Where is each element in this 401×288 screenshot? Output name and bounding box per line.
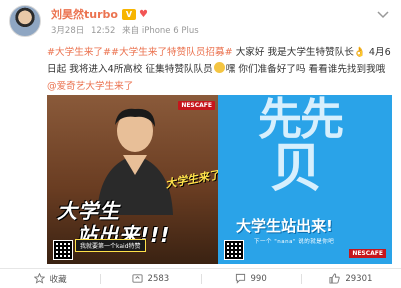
ok-hand-emoji-icon: 👌	[353, 47, 366, 58]
nescafe-logo: NESCAFE	[349, 249, 386, 258]
post-header: 刘昊然turbo V ♥ 3月28日 12:52 来自 iPhone 6 Plu…	[0, 0, 401, 42]
avatar[interactable]	[9, 5, 41, 37]
post-time: 12:52	[90, 26, 116, 36]
smile-emoji-icon	[213, 62, 225, 73]
post-source: 来自 iPhone 6 Plus	[122, 26, 199, 36]
repost-button[interactable]: 2583	[100, 269, 200, 288]
vip-badge-icon: V	[121, 8, 136, 20]
repost-count: 2583	[147, 273, 170, 284]
poster-small-text: 下一个 "nana" 说的就是你吧	[254, 239, 335, 245]
poster-slogan: 大学生站出来!	[236, 217, 333, 235]
poster-image-left[interactable]: NESCAFE 大学生来了 大学生 站出来!!! 我就要第一个kaid特赞	[47, 95, 221, 264]
like-button[interactable]: 29301	[300, 269, 401, 288]
nescafe-logo: NESCAFE	[178, 101, 215, 110]
mention-link[interactable]: @爱奇艺大学生来了	[47, 81, 133, 92]
comment-icon	[235, 273, 245, 284]
poster-badge: 我就要第一个kaid特赞	[75, 239, 146, 252]
comment-button[interactable]: 990	[200, 269, 301, 288]
poster-big-text-1: 先先	[258, 95, 344, 145]
hashtag-link[interactable]: #大学生来了#	[47, 47, 111, 58]
poster-image-right[interactable]: 先先 贝 大学生站出来! 下一个 "nana" 说的就是你吧 NESCAFE	[218, 95, 392, 264]
comment-count: 990	[250, 273, 267, 284]
repost-icon	[132, 274, 143, 283]
favorite-label: 收藏	[49, 274, 67, 285]
hashtag-link[interactable]: #大学生来了特赞队员招募#	[111, 47, 233, 58]
thumbs-up-icon	[329, 273, 341, 284]
qr-code	[53, 240, 73, 260]
post-date[interactable]: 3月28日	[51, 26, 84, 36]
poster-big-text-2: 贝	[270, 139, 323, 199]
action-bar: 收藏 2583 990 29301	[0, 268, 401, 288]
star-icon	[33, 273, 45, 284]
author-row: 刘昊然turbo V ♥	[51, 6, 148, 22]
heart-badge-icon: ♥	[138, 8, 148, 20]
post-body: #大学生来了##大学生来了特赞队员招募# 大家好 我是大学生特赞队长👌 4月6日…	[47, 44, 391, 95]
qr-code	[224, 240, 244, 260]
chevron-down-icon[interactable]	[377, 10, 389, 20]
post-text: 大家好 我是大学生特赞队长	[232, 47, 354, 58]
like-count: 29301	[345, 273, 373, 284]
post-meta: 3月28日 12:52 来自 iPhone 6 Plus	[51, 24, 203, 36]
post-text: 嘿 你们准备好了吗 看看谁先找到我哦	[225, 64, 386, 75]
author-name[interactable]: 刘昊然turbo	[51, 6, 118, 22]
favorite-button[interactable]: 收藏	[0, 269, 100, 288]
